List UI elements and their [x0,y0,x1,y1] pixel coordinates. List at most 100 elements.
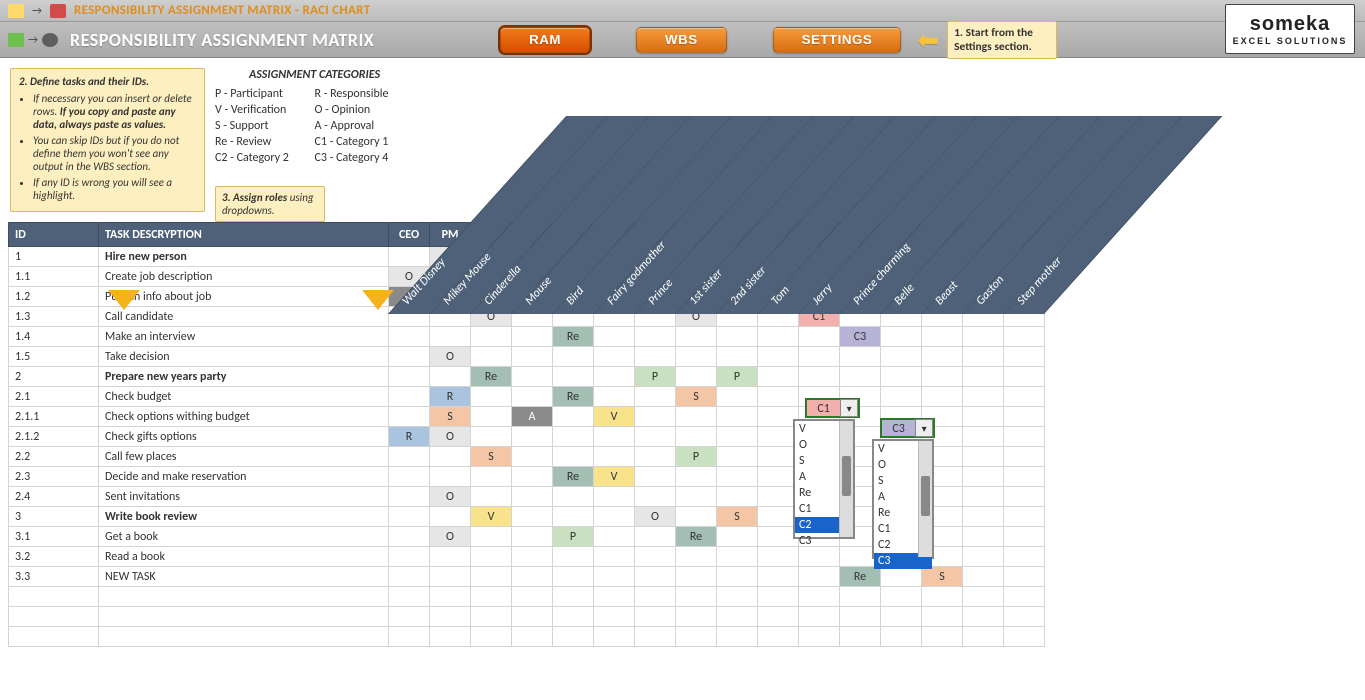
cell-role[interactable] [389,447,430,467]
cell-role[interactable] [799,547,840,567]
cell-role[interactable] [512,367,553,387]
cell-role[interactable] [881,267,922,287]
cell-role[interactable] [512,347,553,367]
cell-role[interactable] [758,627,799,647]
cell-role[interactable] [799,247,840,267]
cell-id[interactable]: 2.3 [9,467,99,487]
cell-role[interactable] [635,287,676,307]
cell-role[interactable] [430,587,471,607]
cell-role[interactable]: O [430,247,471,267]
cell-role[interactable] [594,247,635,267]
cell-role[interactable] [676,407,717,427]
cell-role[interactable] [635,447,676,467]
cell-task[interactable] [99,587,389,607]
cell-role[interactable] [881,387,922,407]
cell-role[interactable] [963,627,1004,647]
cell-role[interactable] [553,287,594,307]
cell-role[interactable] [430,607,471,627]
cell-role[interactable]: Re [553,327,594,347]
cell-id[interactable] [9,607,99,627]
cell-role[interactable] [1004,547,1045,567]
cell-role[interactable]: O [471,307,512,327]
cell-role[interactable]: O [430,427,471,447]
cell-role[interactable] [512,527,553,547]
cell-role[interactable] [471,287,512,307]
cell-task[interactable]: Call candidate [99,307,389,327]
cell-role[interactable] [963,347,1004,367]
cell-role[interactable] [471,467,512,487]
scrollbar[interactable] [839,421,853,537]
cell-role[interactable] [1004,387,1045,407]
cell-task[interactable]: Decide and make reservation [99,467,389,487]
table-row[interactable]: 1.4Make an interviewReC3 [9,327,1045,347]
role-dropdown-cell[interactable]: C1 ▾ [805,398,860,418]
cell-role[interactable] [963,247,1004,267]
cell-role[interactable] [553,447,594,467]
cell-role[interactable] [922,367,963,387]
cell-role[interactable] [512,507,553,527]
cell-role[interactable] [430,447,471,467]
cell-role[interactable] [430,507,471,527]
cell-role[interactable] [758,587,799,607]
settings-button[interactable]: SETTINGS [773,27,902,53]
cell-role[interactable] [635,587,676,607]
cell-role[interactable] [594,367,635,387]
cell-role[interactable] [963,387,1004,407]
cell-role[interactable] [717,447,758,467]
cell-role[interactable] [922,307,963,327]
cell-role[interactable] [471,587,512,607]
cell-role[interactable] [512,427,553,447]
cell-role[interactable] [1004,467,1045,487]
table-row[interactable]: 1.3Call candidateOOC1 [9,307,1045,327]
cell-role[interactable] [963,527,1004,547]
cell-role[interactable] [881,587,922,607]
cell-role[interactable] [512,547,553,567]
cell-role[interactable]: S [676,387,717,407]
cell-role[interactable] [389,307,430,327]
cell-role[interactable] [389,387,430,407]
role-dropdown-list[interactable]: VOSAReC1C2C3 [872,439,934,559]
cell-role[interactable]: S [922,567,963,587]
cell-role[interactable]: P [553,527,594,547]
cell-role[interactable] [471,407,512,427]
cell-role[interactable] [758,307,799,327]
cell-role[interactable] [471,567,512,587]
cell-role[interactable]: S [717,507,758,527]
cell-role[interactable] [1004,447,1045,467]
cell-role[interactable]: Re [840,567,881,587]
cell-role[interactable] [717,387,758,407]
cell-role[interactable]: A [553,247,594,267]
cell-role[interactable] [635,567,676,587]
cell-role[interactable]: P [676,447,717,467]
cell-role[interactable] [471,327,512,347]
cell-role[interactable] [512,287,553,307]
cell-role[interactable] [881,307,922,327]
cell-role[interactable] [717,427,758,447]
cell-role[interactable] [1004,487,1045,507]
cell-task[interactable]: Create job description [99,267,389,287]
cell-role[interactable] [389,567,430,587]
cell-role[interactable] [881,607,922,627]
cell-role[interactable] [553,307,594,327]
cell-role[interactable] [512,247,553,267]
cell-id[interactable]: 3.1 [9,527,99,547]
cell-role[interactable]: V [430,267,471,287]
cell-role[interactable] [758,287,799,307]
cell-role[interactable] [963,507,1004,527]
dropdown-trigger[interactable]: ▾ [915,419,933,437]
cell-role[interactable] [553,347,594,367]
cell-role[interactable] [635,327,676,347]
cell-task[interactable]: Write book review [99,507,389,527]
cell-task[interactable]: Call few places [99,447,389,467]
cell-role[interactable] [676,347,717,367]
cell-role[interactable]: R [389,427,430,447]
cell-role[interactable] [471,607,512,627]
cell-role[interactable] [594,567,635,587]
cell-role[interactable] [922,327,963,347]
cell-role[interactable] [635,607,676,627]
cell-role[interactable] [922,347,963,367]
cell-role[interactable] [389,607,430,627]
cell-role[interactable] [389,487,430,507]
cell-role[interactable] [471,387,512,407]
cell-role[interactable] [389,367,430,387]
